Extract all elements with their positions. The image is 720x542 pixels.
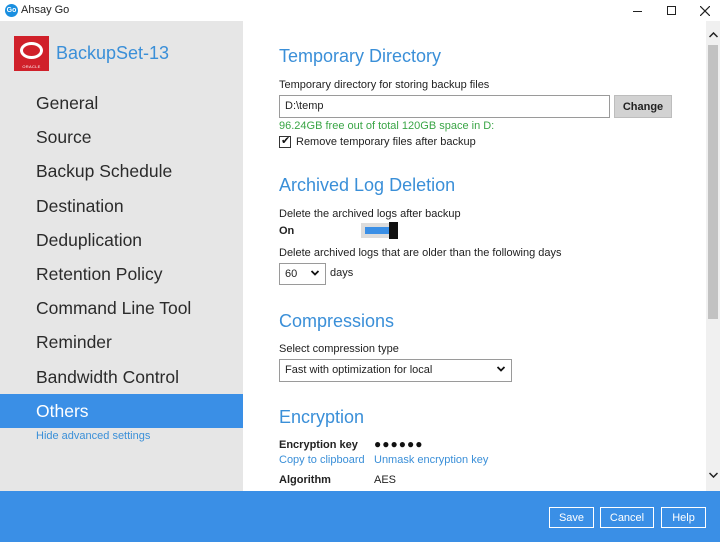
close-icon bbox=[700, 5, 710, 16]
remove-temp-files-label: Remove temporary files after backup bbox=[296, 136, 476, 148]
scroll-up-button[interactable] bbox=[706, 29, 720, 41]
minimize-icon bbox=[632, 11, 642, 12]
sidebar-item-source[interactable]: Source bbox=[0, 120, 243, 154]
sidebar-item-retention-policy[interactable]: Retention Policy bbox=[0, 257, 243, 291]
maximize-icon bbox=[666, 6, 676, 15]
scroll-down-button[interactable] bbox=[706, 469, 720, 481]
settings-content: Temporary Directory Temporary directory … bbox=[243, 21, 706, 491]
algorithm-value: AES bbox=[374, 474, 397, 486]
sidebar-item-destination[interactable]: Destination bbox=[0, 189, 243, 223]
footer-bar: Save Cancel Help bbox=[0, 491, 720, 542]
sidebar: ORACLE BackupSet-13 General Source Backu… bbox=[0, 21, 243, 491]
chevron-down-icon bbox=[497, 366, 505, 372]
minimize-button[interactable] bbox=[620, 0, 654, 21]
toggle-knob[interactable] bbox=[389, 222, 398, 239]
algorithm-label: Algorithm bbox=[279, 474, 331, 486]
toggle-state-label: On bbox=[279, 225, 295, 237]
compression-type-select[interactable]: Fast with optimization for local bbox=[279, 359, 512, 382]
save-button[interactable]: Save bbox=[549, 507, 594, 528]
temporary-directory-label: Temporary directory for storing backup f… bbox=[279, 79, 490, 91]
archived-log-deletion-title: Archived Log Deletion bbox=[279, 175, 456, 195]
backup-set-name: BackupSet-13 bbox=[56, 43, 170, 63]
sidebar-item-backup-schedule[interactable]: Backup Schedule bbox=[0, 154, 243, 188]
delete-archived-logs-toggle[interactable] bbox=[361, 222, 398, 239]
chevron-down-icon bbox=[311, 270, 319, 276]
days-select[interactable]: 60 bbox=[279, 263, 326, 285]
help-button[interactable]: Help bbox=[661, 507, 706, 528]
scrollbar-thumb[interactable] bbox=[708, 45, 718, 319]
remove-temp-files-option[interactable]: ✔ Remove temporary files after backup bbox=[279, 135, 476, 148]
sidebar-item-general[interactable]: General bbox=[0, 86, 243, 120]
close-button[interactable] bbox=[688, 0, 720, 21]
delete-archived-logs-label: Delete the archived logs after backup bbox=[279, 208, 461, 220]
oracle-logo-text: ORACLE bbox=[22, 64, 41, 69]
sidebar-item-bandwidth-control[interactable]: Bandwidth Control bbox=[0, 360, 243, 394]
compression-type-label: Select compression type bbox=[279, 343, 399, 355]
encryption-key-value: ●●●●●● bbox=[374, 437, 424, 451]
maximize-button[interactable] bbox=[654, 0, 688, 21]
checkmark-icon: ✔ bbox=[281, 135, 291, 147]
backup-set-header: ORACLE BackupSet-13 bbox=[14, 36, 169, 71]
sidebar-item-command-line-tool[interactable]: Command Line Tool bbox=[0, 291, 243, 325]
compressions-title: Compressions bbox=[279, 311, 395, 331]
title-bar: Go Ahsay Go bbox=[0, 0, 720, 21]
temporary-directory-title: Temporary Directory bbox=[279, 46, 442, 66]
vertical-scrollbar[interactable] bbox=[706, 21, 720, 491]
archived-logs-days-label: Delete archived logs that are older than… bbox=[279, 247, 562, 259]
unmask-encryption-key-link[interactable]: Unmask encryption key bbox=[374, 454, 488, 466]
encryption-key-label: Encryption key bbox=[279, 439, 358, 451]
hide-advanced-settings-link[interactable]: Hide advanced settings bbox=[36, 430, 150, 442]
sidebar-item-reminder[interactable]: Reminder bbox=[0, 325, 243, 359]
remove-temp-files-checkbox[interactable]: ✔ bbox=[279, 135, 291, 148]
temporary-directory-input[interactable]: D:\temp bbox=[279, 95, 610, 118]
sidebar-item-deduplication[interactable]: Deduplication bbox=[0, 223, 243, 257]
free-space-info: 96.24GB free out of total 120GB space in… bbox=[279, 120, 495, 132]
days-unit-label: days bbox=[330, 267, 354, 279]
encryption-title: Encryption bbox=[279, 407, 365, 427]
compression-type-value: Fast with optimization for local bbox=[285, 364, 433, 376]
sidebar-nav: General Source Backup Schedule Destinati… bbox=[0, 86, 243, 428]
sidebar-item-others[interactable]: Others bbox=[0, 393, 243, 428]
days-select-value: 60 bbox=[285, 268, 298, 280]
chevron-down-icon bbox=[708, 472, 718, 478]
oracle-logo-icon: ORACLE bbox=[14, 36, 49, 71]
app-icon: Go bbox=[5, 4, 18, 17]
window-title: Ahsay Go bbox=[21, 4, 70, 16]
chevron-up-icon bbox=[708, 32, 718, 38]
change-directory-button[interactable]: Change bbox=[614, 95, 672, 118]
copy-to-clipboard-link[interactable]: Copy to clipboard bbox=[279, 454, 365, 466]
cancel-button[interactable]: Cancel bbox=[600, 507, 654, 528]
